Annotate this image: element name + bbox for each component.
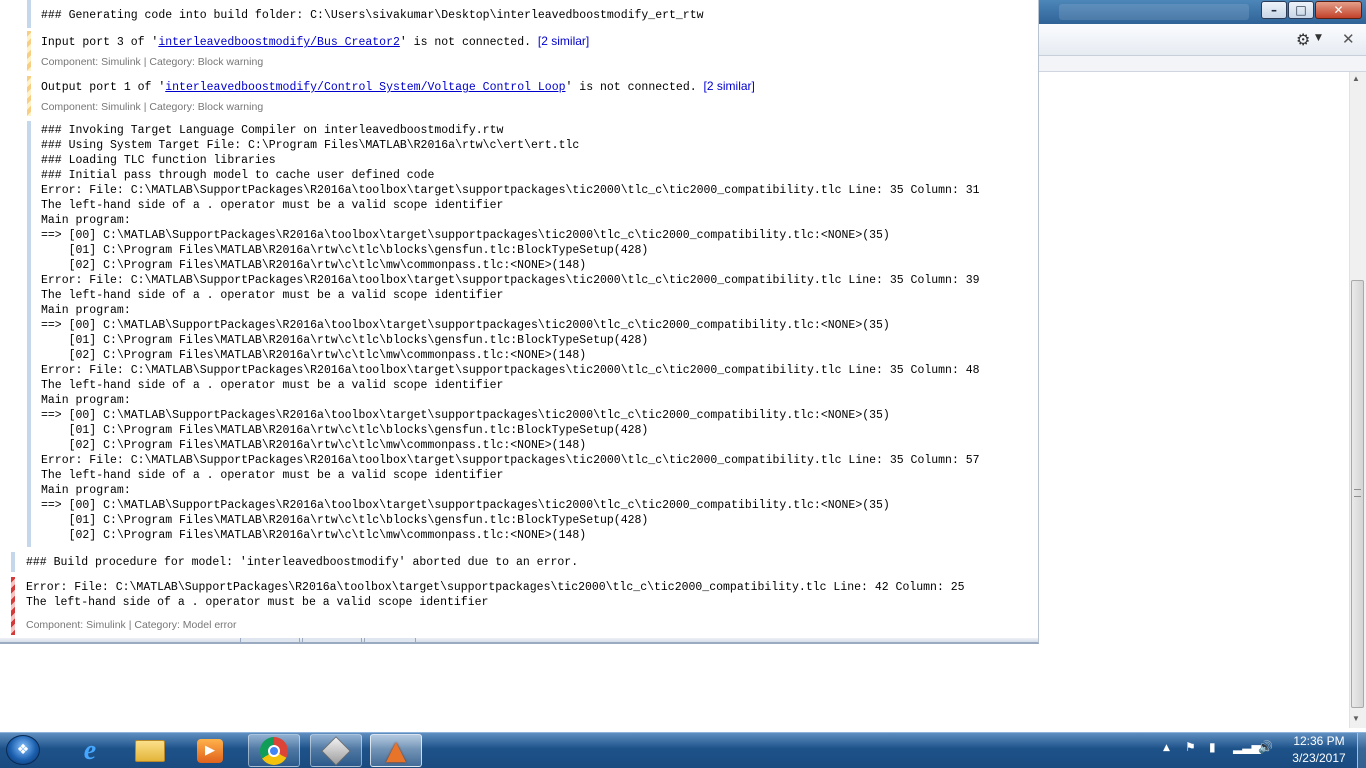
- log-line: Error: File: C:\MATLAB\SupportPackages\R…: [41, 454, 980, 467]
- log-line: [01] C:\Program Files\MATLAB\R2016a\rtw\…: [41, 424, 649, 437]
- info-message-build-aborted[interactable]: ### Build procedure for model: 'interlea…: [0, 552, 1038, 572]
- message-text: ### Build procedure for model: 'interlea…: [26, 556, 579, 569]
- similar-link[interactable]: [2 similar]: [704, 79, 755, 93]
- close-button[interactable]: ✕: [1315, 1, 1362, 19]
- log-line: Main program:: [41, 214, 131, 227]
- block-link[interactable]: interleavedboostmodify/Control System/Vo…: [165, 81, 565, 94]
- log-line: ### Loading TLC function libraries: [41, 154, 276, 167]
- matlab-icon: ▲: [386, 735, 406, 766]
- log-line: Main program:: [41, 394, 131, 407]
- chevron-down-icon[interactable]: ▼: [1315, 33, 1322, 43]
- log-line: Error: File: C:\MATLAB\SupportPackages\R…: [41, 274, 980, 287]
- warning-suffix: ' is not connected.: [399, 36, 531, 49]
- warning-bar: [27, 76, 31, 116]
- log-line: ==> [00] C:\MATLAB\SupportPackages\R2016…: [41, 229, 890, 242]
- gear-icon[interactable]: ⚙: [1296, 30, 1310, 49]
- log-line: [01] C:\Program Files\MATLAB\R2016a\rtw\…: [41, 334, 649, 347]
- footer-tab[interactable]: [302, 638, 362, 642]
- info-bar: [27, 121, 31, 547]
- warning-meta: Component: Simulink | Category: Block wa…: [41, 56, 264, 68]
- log-line: The left-hand side of a . operator must …: [41, 199, 504, 212]
- taskbar-file-explorer[interactable]: [124, 734, 176, 767]
- scroll-up-arrow-icon[interactable]: ▲: [1352, 74, 1360, 83]
- scroll-down-arrow-icon[interactable]: ▼: [1352, 714, 1360, 723]
- warning-text: Output port 1 of 'interleavedboostmodify…: [41, 79, 755, 95]
- log-line: Error: File: C:\MATLAB\SupportPackages\R…: [41, 184, 980, 197]
- log-line: ### Using System Target File: C:\Program…: [41, 139, 580, 152]
- media-player-icon: ▶: [197, 738, 223, 763]
- warning-message-bus-creator[interactable]: Input port 3 of 'interleavedboostmodify/…: [0, 31, 1038, 71]
- taskbar-chrome[interactable]: [248, 734, 300, 767]
- warning-prefix: Output port 1 of ': [41, 81, 166, 94]
- warning-suffix: ' is not connected.: [565, 81, 697, 94]
- chrome-icon: [260, 736, 288, 765]
- log-line: [01] C:\Program Files\MATLAB\R2016a\rtw\…: [41, 514, 649, 527]
- info-message-build-folder[interactable]: ### Generating code into build folder: C…: [0, 0, 1038, 28]
- log-line: [01] C:\Program Files\MATLAB\R2016a\rtw\…: [41, 244, 649, 257]
- log-line: ### Invoking Target Language Compiler on…: [41, 124, 504, 137]
- taskbar-matlab[interactable]: ▲: [370, 734, 422, 767]
- diagnostic-viewer-footer: [0, 638, 1038, 642]
- clock-time[interactable]: 12:36 PM: [1284, 734, 1354, 748]
- warning-prefix: Input port 3 of ': [41, 36, 159, 49]
- log-line: ==> [00] C:\MATLAB\SupportPackages\R2016…: [41, 409, 890, 422]
- log-line: The left-hand side of a . operator must …: [41, 379, 504, 392]
- internet-explorer-icon: e: [83, 734, 97, 766]
- diagnostic-viewer: ### Generating code into build folder: C…: [0, 0, 1039, 644]
- log-line: Main program:: [41, 484, 131, 497]
- footer-tab[interactable]: [364, 638, 416, 642]
- taskbar-internet-explorer[interactable]: e: [64, 734, 116, 767]
- footer-tab[interactable]: [240, 638, 300, 642]
- info-bar: [11, 552, 15, 572]
- folder-icon: [135, 739, 165, 762]
- windows-logo-icon: ❖: [16, 742, 30, 758]
- minimize-button[interactable]: –: [1261, 1, 1287, 19]
- error-bar: [11, 577, 15, 635]
- log-line: Main program:: [41, 304, 131, 317]
- network-icon[interactable]: ▂▃▅: [1233, 740, 1261, 754]
- error-message-model-error[interactable]: Error: File: C:\MATLAB\SupportPackages\R…: [0, 577, 1038, 635]
- log-line: The left-hand side of a . operator must …: [41, 289, 504, 302]
- taskbar-cube-app[interactable]: [310, 734, 362, 767]
- warning-meta: Component: Simulink | Category: Block wa…: [41, 101, 264, 113]
- warning-text: Input port 3 of 'interleavedboostmodify/…: [41, 34, 589, 50]
- show-desktop-button[interactable]: [1357, 733, 1366, 768]
- action-center-flag-icon[interactable]: ⚑: [1185, 740, 1196, 754]
- volume-icon[interactable]: 🔊: [1258, 740, 1273, 754]
- background-window-header-strip: [1039, 56, 1366, 72]
- power-icon[interactable]: ▮: [1209, 740, 1216, 754]
- error-line-1: Error: File: C:\MATLAB\SupportPackages\R…: [26, 581, 965, 594]
- info-bar: [27, 0, 31, 28]
- log-line: ### Initial pass through model to cache …: [41, 169, 435, 182]
- log-line: The left-hand side of a . operator must …: [41, 469, 504, 482]
- taskbar-media-player[interactable]: ▶: [184, 734, 236, 767]
- log-line: ==> [00] C:\MATLAB\SupportPackages\R2016…: [41, 319, 890, 332]
- warning-message-voltage-control-loop[interactable]: Output port 1 of 'interleavedboostmodify…: [0, 76, 1038, 116]
- error-line-2: The left-hand side of a . operator must …: [26, 596, 489, 609]
- similar-link[interactable]: [2 similar]: [538, 34, 589, 48]
- show-hidden-icons-arrow-icon[interactable]: ▲: [1163, 743, 1170, 753]
- close-icon[interactable]: ✕: [1342, 30, 1355, 48]
- scrollbar-grip: [1354, 489, 1361, 497]
- log-line: [02] C:\Program Files\MATLAB\R2016a\rtw\…: [41, 259, 587, 272]
- message-text: ### Generating code into build folder: C…: [41, 9, 704, 22]
- log-line: [02] C:\Program Files\MATLAB\R2016a\rtw\…: [41, 439, 587, 452]
- start-button[interactable]: ❖: [6, 735, 40, 765]
- log-line: [02] C:\Program Files\MATLAB\R2016a\rtw\…: [41, 529, 587, 542]
- log-line: [02] C:\Program Files\MATLAB\R2016a\rtw\…: [41, 349, 587, 362]
- log-line: Error: File: C:\MATLAB\SupportPackages\R…: [41, 364, 980, 377]
- tlc-log-lines: ### Invoking Target Language Compiler on…: [41, 123, 980, 543]
- warning-bar: [27, 31, 31, 71]
- info-message-tlc-log[interactable]: ### Invoking Target Language Compiler on…: [0, 121, 1038, 547]
- clock-date[interactable]: 3/23/2017: [1284, 751, 1354, 765]
- error-meta: Component: Simulink | Category: Model er…: [26, 619, 237, 631]
- log-line: ==> [00] C:\MATLAB\SupportPackages\R2016…: [41, 499, 890, 512]
- maximize-button[interactable]: □: [1288, 1, 1314, 19]
- block-link[interactable]: interleavedboostmodify/Bus Creator2: [158, 36, 400, 49]
- cube-icon: [321, 735, 351, 766]
